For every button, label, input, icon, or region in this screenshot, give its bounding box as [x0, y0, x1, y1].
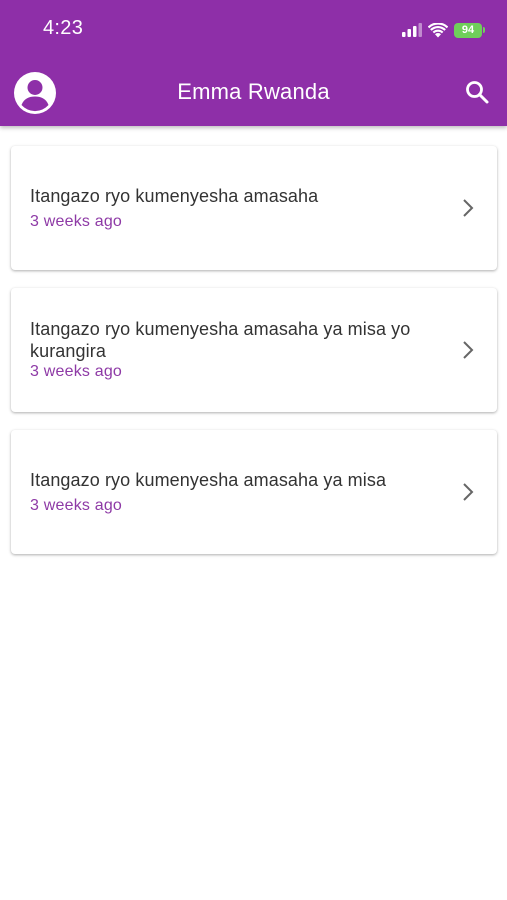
chevron-right-icon	[463, 341, 474, 359]
app-bar: Emma Rwanda	[0, 66, 507, 122]
list-item-content: Itangazo ryo kumenyesha amasaha ya misa …	[30, 430, 437, 554]
list-item-title: Itangazo ryo kumenyesha amasaha	[30, 185, 319, 206]
list-item-timestamp: 3 weeks ago	[30, 363, 123, 380]
wifi-icon	[428, 22, 448, 37]
list-item-content: Itangazo ryo kumenyesha amasaha ya misa …	[30, 288, 437, 412]
cellular-signal-icon	[402, 23, 422, 37]
list-item-title: Itangazo ryo kumenyesha amasaha ya misa	[30, 469, 387, 490]
search-icon	[466, 81, 489, 104]
battery-tip	[483, 27, 485, 33]
search-button[interactable]	[463, 78, 491, 106]
battery-indicator: 94	[454, 22, 485, 38]
app-header: 4:23 94 Emma Rwanda	[0, 0, 507, 126]
chevron-right-icon	[463, 199, 474, 217]
list-item[interactable]: Itangazo ryo kumenyesha amasaha ya misa …	[11, 430, 497, 554]
chevron-right-icon	[463, 483, 474, 501]
status-icons: 94	[402, 20, 485, 40]
list-item[interactable]: Itangazo ryo kumenyesha amasaha 3 weeks …	[11, 146, 497, 270]
list-item-timestamp: 3 weeks ago	[30, 212, 123, 230]
list-item-timestamp: 3 weeks ago	[30, 496, 123, 514]
list-item-content: Itangazo ryo kumenyesha amasaha 3 weeks …	[30, 146, 437, 270]
app-title: Emma Rwanda	[177, 79, 330, 104]
list-item-title: Itangazo ryo kumenyesha amasaha ya misa …	[30, 319, 411, 361]
status-bar: 4:23 94	[0, 0, 507, 60]
battery-level: 94	[454, 22, 482, 38]
status-time: 4:23	[43, 17, 84, 39]
announcement-list: Itangazo ryo kumenyesha amasaha 3 weeks …	[11, 146, 497, 572]
list-item[interactable]: Itangazo ryo kumenyesha amasaha ya misa …	[11, 288, 497, 412]
